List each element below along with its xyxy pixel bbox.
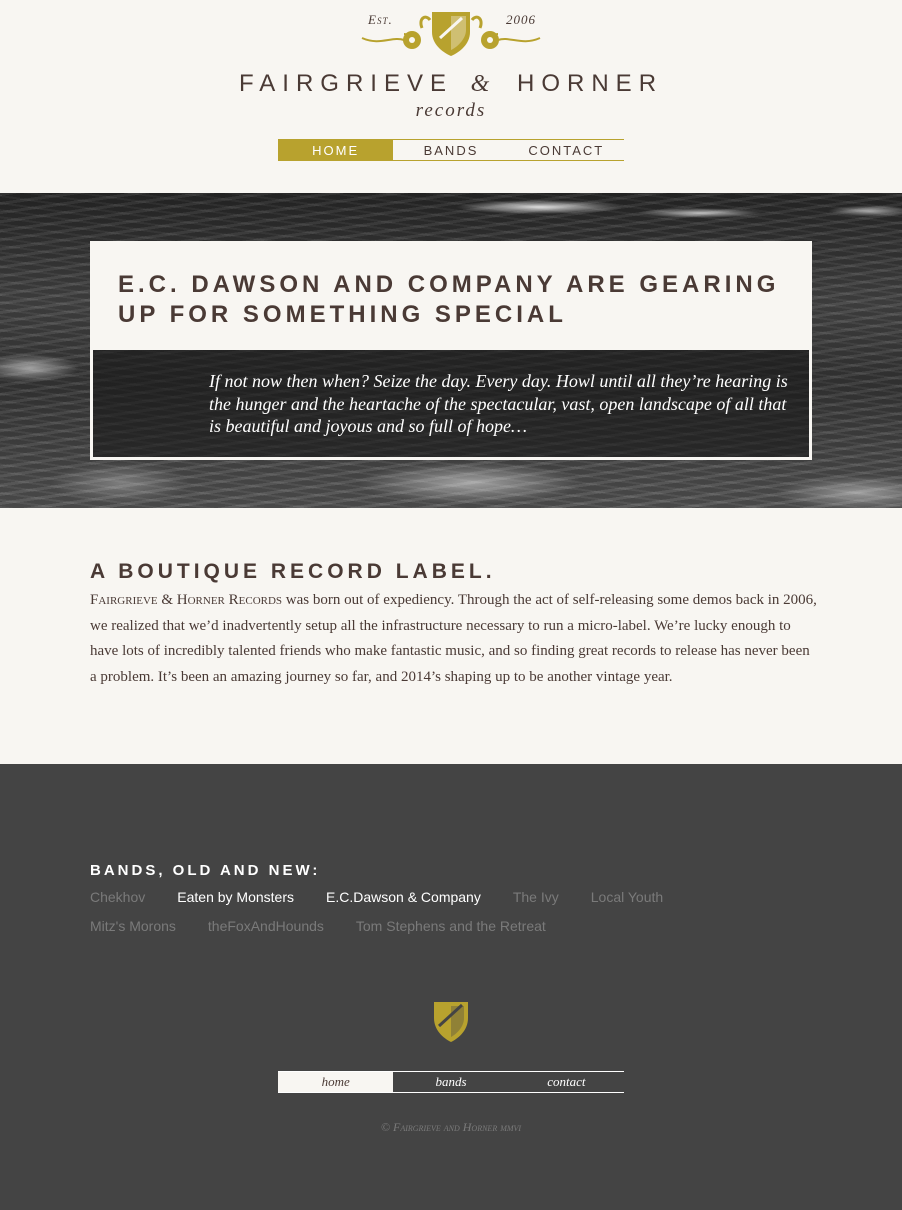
- band-link-eaten-by-monsters[interactable]: Eaten by Monsters: [177, 886, 294, 909]
- about-body: Fairgrieve & Horner Records was born out…: [90, 588, 820, 690]
- footer-nav-home[interactable]: home: [278, 1072, 394, 1092]
- footer-nav-bands[interactable]: bands: [393, 1072, 508, 1092]
- band-link-tom-stephens[interactable]: Tom Stephens and the Retreat: [356, 915, 546, 938]
- site-footer: Bands, old and new: Chekhov Eaten by Mon…: [0, 764, 902, 1210]
- band-link-local-youth[interactable]: Local Youth: [591, 886, 663, 909]
- band-link-ec-dawson[interactable]: E.C.Dawson & Company: [326, 886, 481, 909]
- band-link-mitzs-morons[interactable]: Mitz's Morons: [90, 915, 176, 938]
- est-label: Est.: [368, 12, 393, 27]
- bands-list: Chekhov Eaten by Monsters E.C.Dawson & C…: [90, 886, 730, 938]
- hero-quote-box: If not now then when? Seize the day. Eve…: [93, 350, 809, 457]
- footer-nav-contact[interactable]: contact: [509, 1072, 624, 1092]
- about-heading: A Boutique Record Label.: [90, 560, 496, 583]
- est-year: 2006: [506, 12, 536, 27]
- nav-contact[interactable]: CONTACT: [509, 140, 624, 160]
- brand-subtitle: records: [415, 100, 487, 121]
- brand-ampersand: &: [470, 71, 490, 97]
- site-header: Est. 2006 FAIRGRIEVE & HORNER records HO…: [0, 0, 902, 193]
- hero-title-box: E.C. Dawson and Company are gearing up f…: [93, 244, 809, 350]
- hero-banner: E.C. Dawson and Company are gearing up f…: [0, 193, 902, 508]
- hero-card[interactable]: E.C. Dawson and Company are gearing up f…: [90, 241, 812, 460]
- nav-bands[interactable]: BANDS: [393, 140, 508, 160]
- logo-crest[interactable]: Est. 2006: [360, 6, 542, 62]
- hero-quote: If not now then when? Seize the day. Eve…: [209, 371, 788, 436]
- main-nav: HOME BANDS CONTACT: [278, 139, 624, 161]
- band-link-the-ivy[interactable]: The Ivy: [513, 886, 559, 909]
- brand-name-right: HORNER: [517, 70, 664, 97]
- nav-home[interactable]: HOME: [278, 140, 394, 160]
- bands-heading: Bands, old and new:: [90, 862, 321, 879]
- brand-name[interactable]: FAIRGRIEVE & HORNER: [0, 70, 902, 98]
- shield-icon: [434, 1002, 468, 1042]
- hero-title: E.C. Dawson and Company are gearing up f…: [118, 271, 780, 328]
- footer-nav: home bands contact: [278, 1071, 624, 1093]
- about-section: A Boutique Record Label. Fairgrieve & Ho…: [0, 508, 902, 764]
- band-link-chekhov[interactable]: Chekhov: [90, 886, 145, 909]
- copyright: © Fairgrieve and Horner mmvi: [380, 1120, 522, 1134]
- band-link-thefoxandhounds[interactable]: theFoxAndHounds: [208, 915, 324, 938]
- brand-name-left: FAIRGRIEVE: [238, 70, 453, 97]
- about-lead: Fairgrieve & Horner Records: [90, 592, 283, 608]
